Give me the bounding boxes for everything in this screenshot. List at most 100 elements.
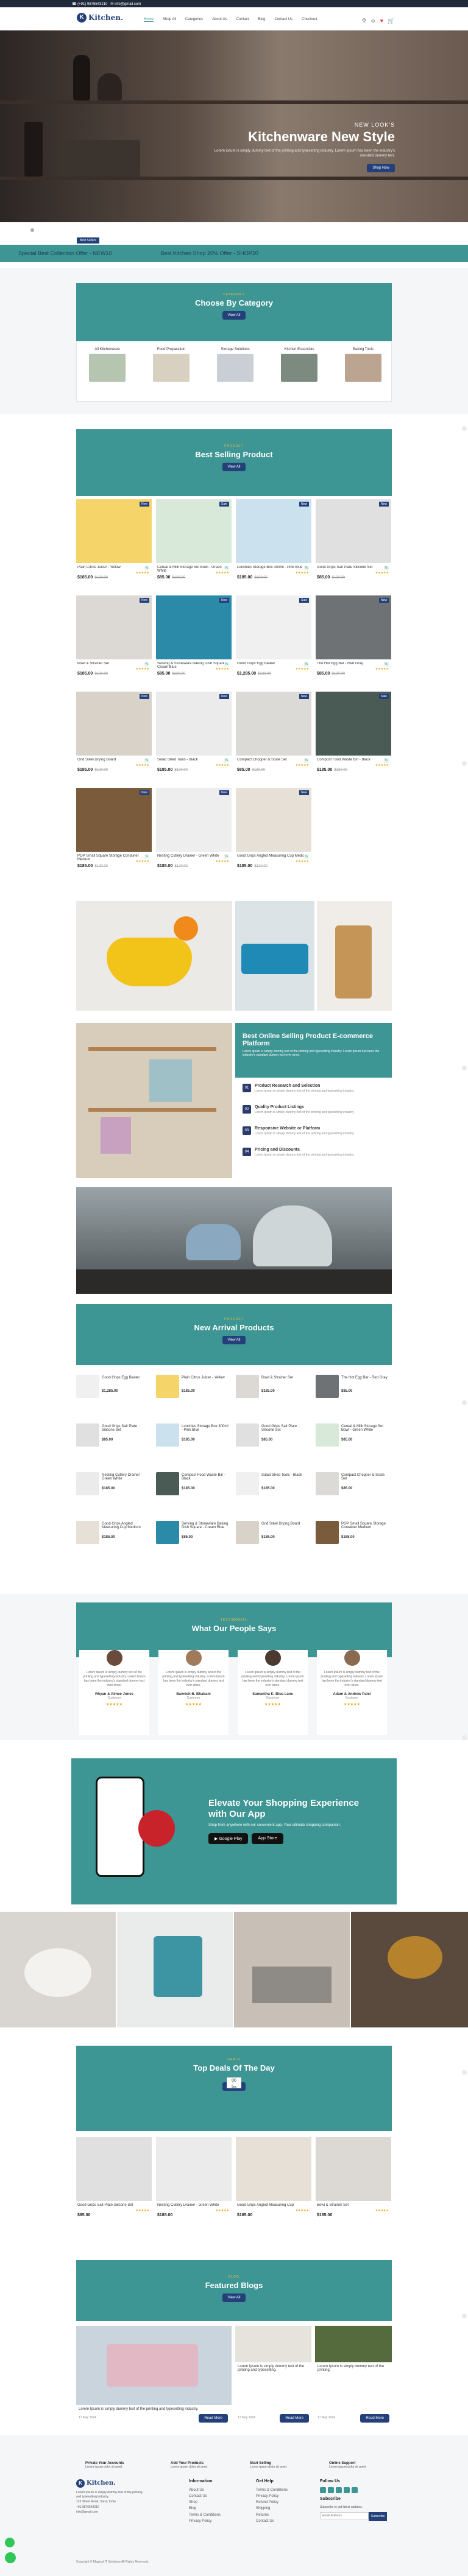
nav-checkout[interactable]: Checkout xyxy=(302,18,317,22)
arrival-card[interactable]: POP Small Square Storage Container Mediu… xyxy=(316,1521,391,1562)
slide-dot[interactable] xyxy=(24,228,28,232)
search-icon[interactable]: ⚲ xyxy=(362,18,366,24)
footer-phone[interactable]: +91 9876543210 xyxy=(76,2505,168,2510)
product-old-price: $120.00 xyxy=(172,672,186,676)
category-item[interactable]: Kitchen Essentials xyxy=(275,348,324,382)
product-card[interactable]: New% ★★★★★ Serving & Stoneware Baking Dish… xyxy=(156,595,232,687)
footer-link[interactable]: Privacy Policy xyxy=(256,2493,288,2499)
arrival-card[interactable]: Good Grips Salt Plate Silicone Set $85.00 xyxy=(76,1423,152,1465)
product-card[interactable]: New% ★★★★★ Lunchies Storage Box 300ml - Pi… xyxy=(236,499,311,591)
deal-card[interactable]: ★★★★★ Good Grips Salt Plate Silicone Set $… xyxy=(76,2137,152,2228)
blog-read-more-button[interactable]: Read More xyxy=(199,2414,228,2423)
best-selling-view-all-button[interactable]: View All xyxy=(222,463,246,471)
arrival-card[interactable]: Plain Citrus Juicer - Yellow $185.00 xyxy=(156,1375,232,1416)
slide-dot[interactable] xyxy=(30,228,34,232)
product-card[interactable]: New% ★★★★★ Bowl & Strainer Set $185.00 $120.… xyxy=(76,595,152,687)
youtube-icon[interactable] xyxy=(352,2487,358,2493)
blog-card[interactable]: Lorem Ipsum is simply dummy text of the … xyxy=(235,2326,311,2423)
rating-stars: ★★★★★ xyxy=(375,571,389,575)
app-store-button[interactable]: App Store xyxy=(252,1833,283,1844)
product-card[interactable]: New% ★★★★★ Nesting Cutlery Drainer - Green… xyxy=(156,788,232,879)
logo[interactable]: K Kitchen. xyxy=(77,13,123,23)
category-item[interactable]: All Kitchenware xyxy=(83,348,132,382)
arrival-card[interactable]: The Hot Egg Bar - Red Gray $85.00 xyxy=(316,1375,391,1416)
footer-link[interactable]: Returns xyxy=(256,2512,288,2518)
top-phone[interactable]: (+91) 9876543210 xyxy=(77,2,107,6)
product-card[interactable]: New% ★★★★★ Good Grips Angled Measuring Cup… xyxy=(236,788,311,879)
product-card[interactable]: New% ★★★★★ POP Small Square Storage Contai… xyxy=(76,788,152,879)
category-item[interactable]: Baking Tools xyxy=(339,348,388,382)
blogs-view-all-button[interactable]: View All xyxy=(222,2293,246,2302)
nav-blog[interactable]: Blog xyxy=(258,18,265,22)
footer-logo[interactable]: K Kitchen. xyxy=(76,2478,168,2488)
arrival-card[interactable]: Compost Food Waste Bin - Black $185.00 xyxy=(156,1472,232,1514)
footer-link[interactable]: Terms & Conditions xyxy=(189,2512,221,2518)
nav-contact[interactable]: Contact xyxy=(236,18,249,22)
category-item[interactable]: Storage Solutions xyxy=(211,348,260,382)
hero-shop-button[interactable]: Shop Now xyxy=(367,163,395,172)
arrival-card[interactable]: Salad Shed Tools - Black $185.00 xyxy=(236,1472,311,1514)
blog-card[interactable]: Lorem Ipsum is simply dummy text of the … xyxy=(76,2326,232,2423)
arrival-card[interactable]: Cereal & Milk Storage Set Bowl - Green W… xyxy=(316,1423,391,1465)
product-price: $85.00 xyxy=(237,768,250,772)
arrival-card[interactable]: Bowl & Strainer Set $185.00 xyxy=(236,1375,311,1416)
product-card[interactable]: New% ★★★★★ Grid Steel Drying Board $185.00 $… xyxy=(76,692,152,783)
ticker-item: Special Best Collection Offer - NEW10 xyxy=(18,250,112,256)
footer-link[interactable]: Refund Policy xyxy=(256,2499,288,2505)
footer-link[interactable]: Shipping xyxy=(256,2505,288,2511)
nav-about[interactable]: About Us xyxy=(212,18,227,22)
heart-icon[interactable]: ♥ xyxy=(380,18,383,24)
product-card[interactable]: Sale% ★★★★★ Good Grips Egg Beater $1,285.00… xyxy=(236,595,311,687)
product-card[interactable]: Sale% ★★★★★ Cereal & Milk Storage Set Bowl… xyxy=(156,499,232,591)
twitter-icon[interactable] xyxy=(328,2487,334,2493)
subscribe-email-input[interactable] xyxy=(320,2512,369,2520)
new-arrival-view-all-button[interactable]: View All xyxy=(222,1336,246,1344)
cart-icon[interactable]: 🛒 xyxy=(388,18,394,24)
google-play-button[interactable]: ▶ Google Play xyxy=(208,1833,249,1844)
top-email[interactable]: info@gmail.com xyxy=(115,2,141,6)
footer-link[interactable]: Blog xyxy=(189,2505,221,2511)
subscribe-button[interactable]: Subscribe xyxy=(369,2512,388,2521)
nav-contact-us[interactable]: Contact Us xyxy=(274,18,292,22)
footer-link[interactable]: Terms & Conditions xyxy=(256,2487,288,2493)
arrival-card[interactable]: Good Grips Egg Beater $1,285.00 xyxy=(76,1375,152,1416)
arrival-card[interactable]: Serving & Stoneware Baking Dish Square -… xyxy=(156,1521,232,1562)
product-card[interactable]: New% ★★★★★ The Hot Egg Bar - Red Gray $85.0… xyxy=(316,595,391,687)
product-card[interactable]: Sale% ★★★★★ Compost Food Waste Bin - Black… xyxy=(316,692,391,783)
deal-card[interactable]: ★★★★★ Good Grips Angled Measuring Cup $185… xyxy=(236,2137,311,2228)
product-card[interactable]: New% ★★★★★ Salad Shed Tools - Black $185.00… xyxy=(156,692,232,783)
arrival-card[interactable]: Good Grips Salt Plate Silicone Set $85.00 xyxy=(236,1423,311,1465)
footer-link[interactable]: Contact Us xyxy=(256,2518,288,2524)
whatsapp-icon[interactable] xyxy=(5,2552,16,2563)
chat-icon[interactable] xyxy=(5,2538,15,2547)
arrival-card[interactable]: Lunchies Storage Box 300ml - Pink Blue $1… xyxy=(156,1423,232,1465)
nav-categories[interactable]: Categories xyxy=(185,18,203,22)
nav-home[interactable]: Home xyxy=(144,18,154,22)
footer-email[interactable]: info@gmail.com xyxy=(76,2510,168,2515)
category-item[interactable]: Food Preparation xyxy=(147,348,196,382)
blog-read-more-button[interactable]: Read More xyxy=(280,2414,309,2423)
arrival-card[interactable]: Good Grips Angled Measuring Cup Medium $1… xyxy=(76,1521,152,1562)
blog-card[interactable]: Lorem Ipsum is simply dummy text of the … xyxy=(315,2326,392,2423)
arrival-card[interactable]: Compact Chopper & Scale Set $85.00 xyxy=(316,1472,391,1514)
product-card[interactable]: New% ★★★★★ Plain Citrus Juicer - Yellow $18… xyxy=(76,499,152,591)
footer-link[interactable]: Contact Us xyxy=(189,2493,221,2499)
footer-link[interactable]: About Us xyxy=(189,2487,221,2493)
footer-link[interactable]: Shop xyxy=(189,2499,221,2505)
subscribe-desc: Subscribe to get latest updates. xyxy=(320,2505,363,2509)
nav-shop[interactable]: Shop All xyxy=(163,18,176,22)
product-card[interactable]: New% ★★★★★ Good Grips Salt Plate Silicone … xyxy=(316,499,391,591)
arrival-card[interactable]: Nesting Cutlery Drainer - Green White $18… xyxy=(76,1472,152,1514)
footer-link[interactable]: Privacy Policy xyxy=(189,2518,221,2524)
user-icon[interactable]: ☺ xyxy=(370,18,376,24)
arrival-card[interactable]: Grid Steel Drying Board $185.00 xyxy=(236,1521,311,1562)
linkedin-icon[interactable] xyxy=(344,2487,350,2493)
facebook-icon[interactable] xyxy=(320,2487,326,2493)
categories-view-all-button[interactable]: View All xyxy=(222,311,246,320)
blog-read-more-button[interactable]: Read More xyxy=(360,2414,389,2423)
deal-card[interactable]: ★★★★★ Bowl & Strainer Set $185.00 xyxy=(316,2137,391,2228)
instagram-icon[interactable] xyxy=(336,2487,342,2493)
timer-value: 00 xyxy=(232,2079,236,2083)
product-card[interactable]: New% ★★★★★ Compact Chopper & Scale Set $85.… xyxy=(236,692,311,783)
deal-card[interactable]: ★★★★★ Nesting Cutlery Drainer - Green Whi… xyxy=(156,2137,232,2228)
